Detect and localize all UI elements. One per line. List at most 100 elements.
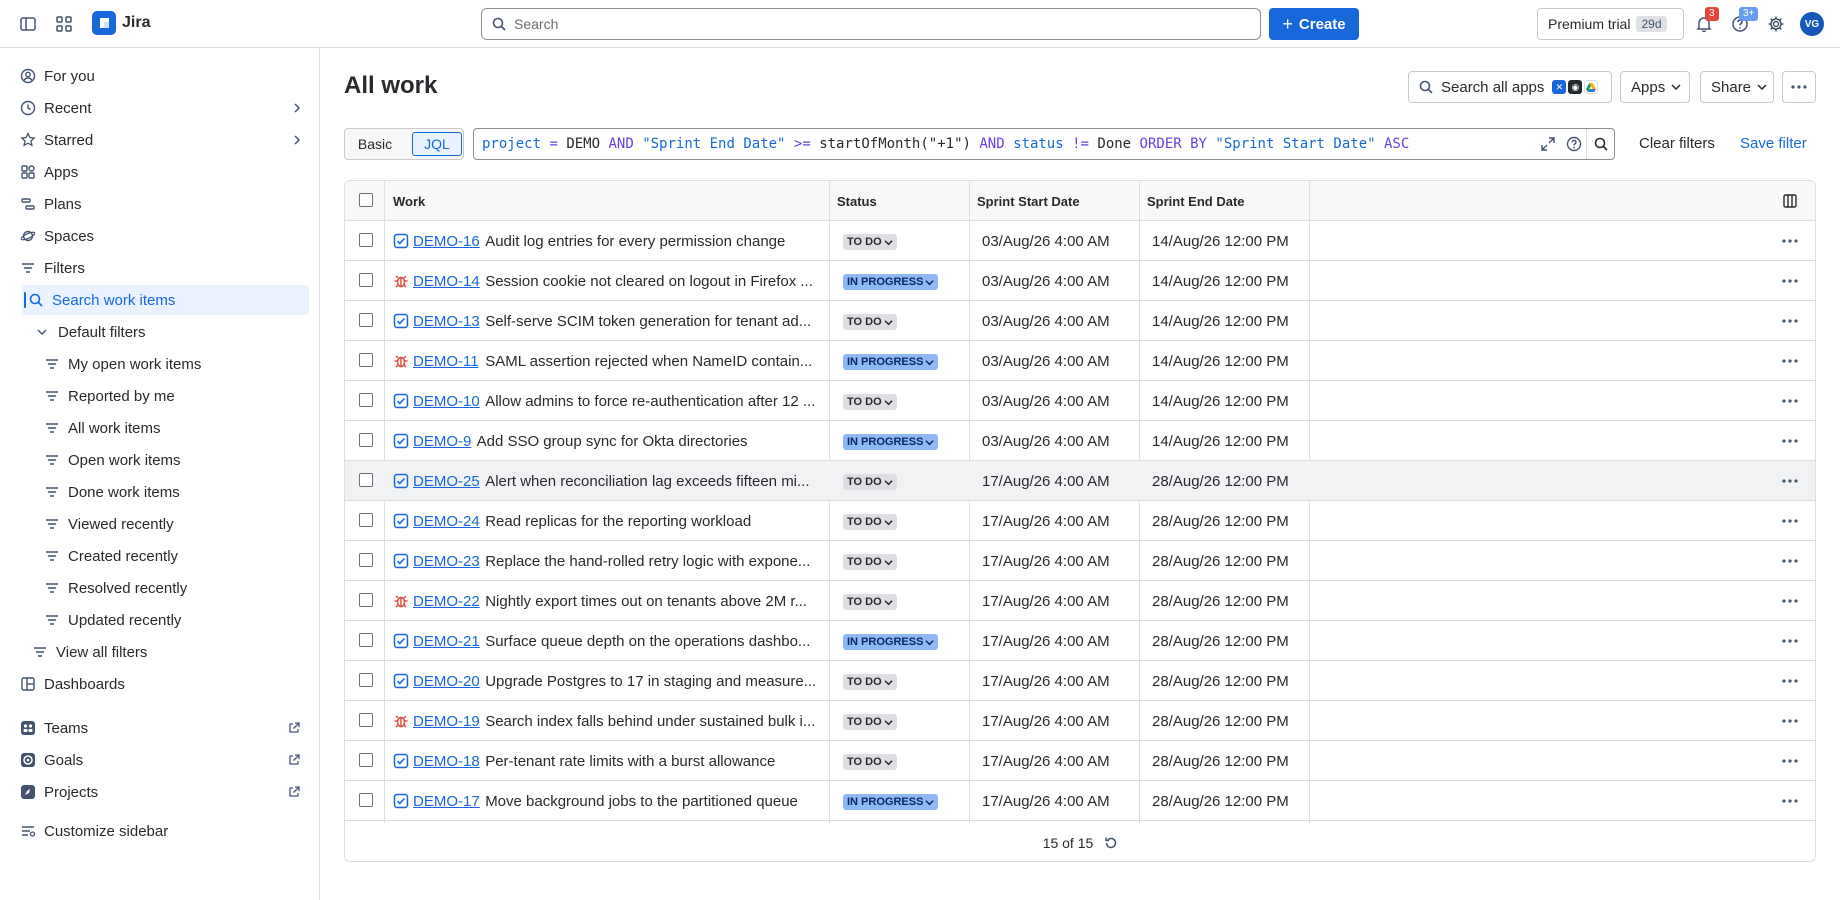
search-input[interactable] bbox=[514, 16, 1214, 32]
work-item-summary[interactable]: SAML assertion rejected when NameID cont… bbox=[485, 353, 812, 370]
global-search[interactable] bbox=[481, 8, 1261, 40]
row-more-actions-icon[interactable] bbox=[1778, 431, 1802, 451]
work-item-summary[interactable]: Move background jobs to the partitioned … bbox=[485, 793, 798, 810]
column-header-status[interactable]: Status bbox=[837, 181, 877, 221]
status-lozenge[interactable]: IN PROGRESS bbox=[843, 434, 939, 450]
jira-logo-icon[interactable] bbox=[92, 11, 116, 35]
row-checkbox[interactable] bbox=[359, 353, 373, 367]
table-row[interactable]: DEMO-18 Per-tenant rate limits with a bur… bbox=[345, 741, 1815, 781]
table-row[interactable]: DEMO-16 Audit log entries for every permi… bbox=[345, 221, 1815, 261]
save-filter-button[interactable]: Save filter bbox=[1740, 135, 1807, 152]
table-row[interactable]: DEMO-11 SAML assertion rejected when Name… bbox=[345, 341, 1815, 381]
sidebar-item-customize[interactable]: Customize sidebar bbox=[20, 816, 168, 846]
product-name[interactable]: Jira bbox=[122, 14, 150, 32]
status-lozenge[interactable]: IN PROGRESS bbox=[843, 794, 939, 810]
status-lozenge[interactable]: TO DO bbox=[843, 474, 897, 490]
status-lozenge[interactable]: IN PROGRESS bbox=[843, 634, 939, 650]
row-more-actions-icon[interactable] bbox=[1778, 271, 1802, 291]
sidebar-item-view-all-filters[interactable]: View all filters bbox=[32, 637, 147, 667]
sidebar-item-goals[interactable]: Goals bbox=[20, 745, 300, 775]
sidebar-item-filter[interactable]: Open work items bbox=[44, 445, 181, 475]
work-item-summary[interactable]: Alert when reconciliation lag exceeds fi… bbox=[485, 473, 809, 490]
sidebar-item-filter[interactable]: My open work items bbox=[44, 349, 201, 379]
work-item-summary[interactable]: Replace the hand-rolled retry logic with… bbox=[485, 553, 810, 570]
row-checkbox[interactable] bbox=[359, 633, 373, 647]
sidebar-item-for-you[interactable]: For you bbox=[20, 61, 95, 91]
row-more-actions-icon[interactable] bbox=[1778, 791, 1802, 811]
mode-basic-option[interactable]: Basic bbox=[349, 132, 401, 156]
row-more-actions-icon[interactable] bbox=[1778, 711, 1802, 731]
work-item-summary[interactable]: Self-serve SCIM token generation for ten… bbox=[485, 313, 811, 330]
work-item-summary[interactable]: Audit log entries for every permission c… bbox=[485, 233, 785, 250]
table-row[interactable]: DEMO-14 Session cookie not cleared on log… bbox=[345, 261, 1815, 301]
search-all-apps-button[interactable]: Search all apps ✕ ◉ bbox=[1408, 71, 1612, 103]
column-header-work[interactable]: Work bbox=[393, 181, 425, 221]
table-row[interactable]: DEMO-10 Allow admins to force re-authenti… bbox=[345, 381, 1815, 421]
row-checkbox[interactable] bbox=[359, 513, 373, 527]
search-icon[interactable] bbox=[1586, 129, 1614, 159]
work-item-key-link[interactable]: DEMO-13 bbox=[413, 313, 480, 330]
row-checkbox[interactable] bbox=[359, 433, 373, 447]
row-checkbox[interactable] bbox=[359, 793, 373, 807]
row-more-actions-icon[interactable] bbox=[1778, 671, 1802, 691]
sidebar-item-default-filters[interactable]: Default filters bbox=[34, 317, 146, 347]
premium-trial-button[interactable]: Premium trial 29d bbox=[1537, 8, 1684, 40]
row-checkbox[interactable] bbox=[359, 713, 373, 727]
row-checkbox[interactable] bbox=[359, 393, 373, 407]
work-item-summary[interactable]: Per-tenant rate limits with a burst allo… bbox=[485, 753, 775, 770]
sidebar-toggle-icon[interactable] bbox=[16, 12, 40, 36]
column-header-sprint-end-date[interactable]: Sprint End Date bbox=[1147, 181, 1245, 221]
work-item-key-link[interactable]: DEMO-11 bbox=[413, 353, 479, 370]
expand-icon[interactable] bbox=[1540, 136, 1556, 152]
work-item-key-link[interactable]: DEMO-23 bbox=[413, 553, 480, 570]
status-lozenge[interactable]: TO DO bbox=[843, 674, 897, 690]
work-item-summary[interactable]: Surface queue depth on the operations da… bbox=[485, 633, 810, 650]
row-more-actions-icon[interactable] bbox=[1778, 351, 1802, 371]
work-item-summary[interactable]: Add SSO group sync for Okta directories bbox=[477, 433, 748, 450]
select-all-checkbox[interactable] bbox=[359, 193, 373, 207]
sidebar-item-spaces[interactable]: Spaces bbox=[20, 221, 94, 251]
table-row[interactable]: DEMO-20 Upgrade Postgres to 17 in staging… bbox=[345, 661, 1815, 701]
table-row[interactable]: DEMO-25 Alert when reconciliation lag exc… bbox=[345, 461, 1815, 501]
work-item-key-link[interactable]: DEMO-22 bbox=[413, 593, 480, 610]
sidebar-item-filter[interactable]: Reported by me bbox=[44, 381, 175, 411]
sidebar-item-apps[interactable]: Apps bbox=[20, 157, 78, 187]
work-item-key-link[interactable]: DEMO-20 bbox=[413, 673, 480, 690]
status-lozenge[interactable]: TO DO bbox=[843, 554, 897, 570]
sidebar-item-dashboards[interactable]: Dashboards bbox=[20, 669, 125, 699]
work-item-key-link[interactable]: DEMO-21 bbox=[413, 633, 480, 650]
status-lozenge[interactable]: TO DO bbox=[843, 394, 897, 410]
row-more-actions-icon[interactable] bbox=[1778, 511, 1802, 531]
row-more-actions-icon[interactable] bbox=[1778, 391, 1802, 411]
table-row[interactable]: DEMO-13 Self-serve SCIM token generation … bbox=[345, 301, 1815, 341]
sidebar-item-filter[interactable]: Viewed recently bbox=[44, 509, 174, 539]
sidebar-item-filter[interactable]: All work items bbox=[44, 413, 161, 443]
row-more-actions-icon[interactable] bbox=[1778, 631, 1802, 651]
jql-query-input[interactable]: project = DEMO AND "Sprint End Date" >= … bbox=[473, 128, 1615, 160]
table-row[interactable]: DEMO-23 Replace the hand-rolled retry log… bbox=[345, 541, 1815, 581]
sidebar-item-teams[interactable]: Teams bbox=[20, 713, 300, 743]
sidebar-item-search-work-items[interactable]: Search work items bbox=[22, 285, 309, 315]
work-item-summary[interactable]: Read replicas for the reporting workload bbox=[485, 513, 751, 530]
help-icon[interactable] bbox=[1566, 136, 1582, 152]
work-item-key-link[interactable]: DEMO-19 bbox=[413, 713, 480, 730]
row-checkbox[interactable] bbox=[359, 313, 373, 327]
work-item-key-link[interactable]: DEMO-9 bbox=[413, 433, 471, 450]
work-item-key-link[interactable]: DEMO-24 bbox=[413, 513, 480, 530]
status-lozenge[interactable]: TO DO bbox=[843, 594, 897, 610]
sidebar-item-filter[interactable]: Done work items bbox=[44, 477, 180, 507]
sidebar-item-projects[interactable]: Projects bbox=[20, 777, 300, 807]
sidebar-item-filter[interactable]: Resolved recently bbox=[44, 573, 187, 603]
status-lozenge[interactable]: TO DO bbox=[843, 754, 897, 770]
share-button[interactable]: Share bbox=[1700, 71, 1774, 103]
sidebar-item-filter[interactable]: Updated recently bbox=[44, 605, 181, 635]
status-lozenge[interactable]: TO DO bbox=[843, 234, 897, 250]
settings-gear-icon[interactable] bbox=[1764, 12, 1788, 36]
status-lozenge[interactable]: IN PROGRESS bbox=[843, 354, 939, 370]
row-checkbox[interactable] bbox=[359, 673, 373, 687]
row-more-actions-icon[interactable] bbox=[1778, 471, 1802, 491]
work-item-summary[interactable]: Nightly export times out on tenants abov… bbox=[485, 593, 807, 610]
work-item-key-link[interactable]: DEMO-16 bbox=[413, 233, 480, 250]
row-more-actions-icon[interactable] bbox=[1778, 311, 1802, 331]
table-row[interactable]: DEMO-24 Read replicas for the reporting w… bbox=[345, 501, 1815, 541]
